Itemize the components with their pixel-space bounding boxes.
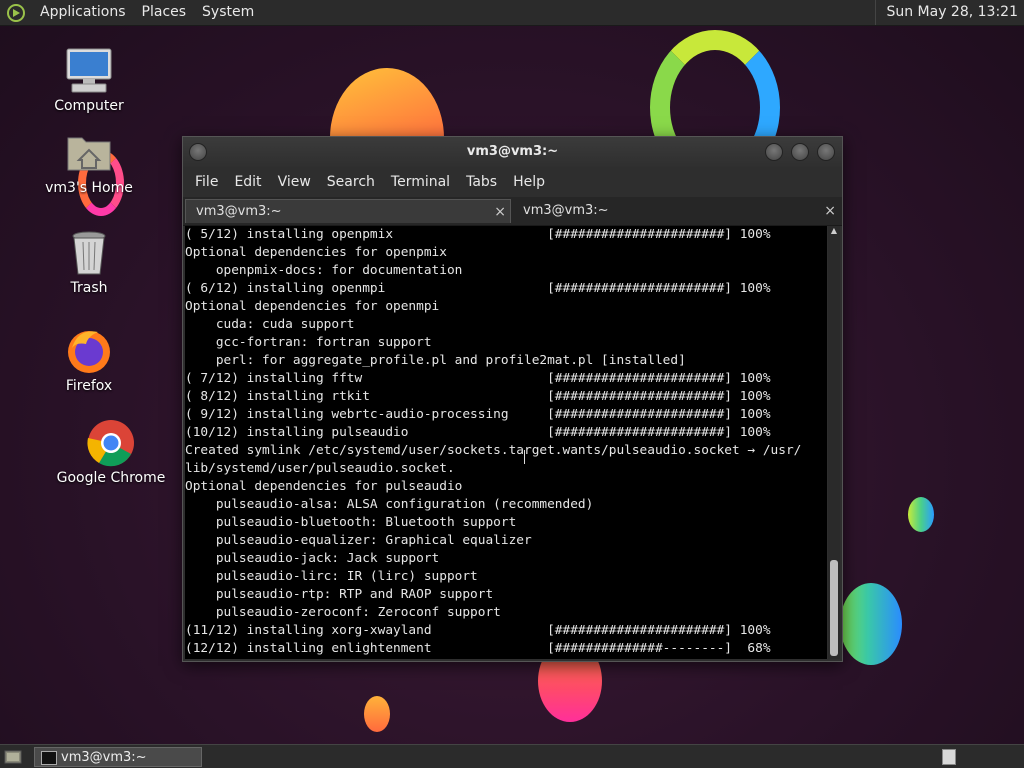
terminal-line: (11/12) installing xorg-xwayland [######…	[185, 623, 771, 638]
terminal-line: ( 6/12) installing openmpi [############…	[185, 281, 771, 296]
terminal-line: pulseaudio-zeroconf: Zeroconf support	[185, 605, 501, 620]
text-cursor	[524, 450, 525, 464]
terminal-window[interactable]: vm3@vm3:~ File Edit View Search Terminal…	[182, 136, 843, 662]
close-button[interactable]	[817, 143, 835, 161]
tab-2[interactable]: vm3@vm3:~ ×	[513, 199, 840, 223]
terminal-line: Optional dependencies for pulseaudio	[185, 479, 463, 494]
terminal-line: pulseaudio-bluetooth: Bluetooth support	[185, 515, 517, 530]
trash-icon	[64, 228, 114, 278]
firefox-icon	[64, 326, 114, 376]
terminal-line: lib/systemd/user/pulseaudio.socket.	[185, 461, 455, 476]
terminal-line: pulseaudio-rtp: RTP and RAOP support	[185, 587, 494, 602]
menu-file[interactable]: File	[187, 174, 226, 190]
desktop-icon-trash[interactable]: Trash	[34, 228, 144, 296]
menu-terminal[interactable]: Terminal	[383, 174, 458, 190]
scrollbar-thumb[interactable]	[830, 560, 838, 656]
top-panel: Applications Places System Sun May 28, 1…	[0, 0, 1024, 26]
menu-view[interactable]: View	[270, 174, 319, 190]
tab-close-icon[interactable]: ×	[824, 199, 836, 223]
terminal-line: pulseaudio-equalizer: Graphical equalize…	[185, 533, 532, 548]
terminal-icon	[41, 751, 57, 765]
menu-places[interactable]: Places	[134, 0, 195, 25]
home-folder-icon	[64, 128, 114, 178]
terminal-line: Optional dependencies for openmpi	[185, 299, 440, 314]
terminal-line: (12/12) installing enlightenment [######…	[185, 641, 771, 656]
wallpaper-shape	[364, 696, 390, 732]
terminal-line: ( 5/12) installing openpmix [###########…	[185, 227, 771, 242]
desktop-icon-label: Computer	[54, 98, 124, 114]
desktop-icon-chrome[interactable]: Google Chrome	[56, 418, 166, 486]
scroll-up-arrow-icon[interactable]: ▲	[829, 226, 839, 236]
minimize-button[interactable]	[765, 143, 783, 161]
terminal-line: Optional dependencies for openpmix	[185, 245, 447, 260]
terminal-line: cuda: cuda support	[185, 317, 355, 332]
tab-1[interactable]: vm3@vm3:~ ×	[185, 199, 511, 223]
computer-icon	[64, 46, 114, 96]
terminal-line: pulseaudio-alsa: ALSA configuration (rec…	[185, 497, 594, 512]
menu-edit[interactable]: Edit	[226, 174, 269, 190]
desktop-icon-firefox[interactable]: Firefox	[34, 326, 144, 394]
terminal-line: openpmix-docs: for documentation	[185, 263, 463, 278]
bottom-panel: vm3@vm3:~	[0, 744, 1024, 768]
window-menu-button[interactable]	[189, 143, 207, 161]
desktop-icon-computer[interactable]: Computer	[34, 46, 144, 114]
terminal-scrollbar[interactable]: ▲	[828, 226, 840, 659]
maximize-button[interactable]	[791, 143, 809, 161]
terminal-line: ( 7/12) installing fftw [###############…	[185, 371, 771, 386]
terminal-tabbar: vm3@vm3:~ × vm3@vm3:~ ×	[183, 197, 842, 226]
menu-tabs[interactable]: Tabs	[458, 174, 505, 190]
chrome-icon	[86, 418, 136, 468]
clock[interactable]: Sun May 28, 13:21	[875, 0, 1018, 25]
desktop-icon-label: Firefox	[65, 378, 113, 394]
distro-logo-icon[interactable]	[6, 3, 26, 22]
desktop-icon-label: Trash	[70, 280, 108, 296]
terminal-line: pulseaudio-lirc: IR (lirc) support	[185, 569, 478, 584]
taskbar-window-label: vm3@vm3:~	[61, 750, 147, 765]
terminal-line: ( 9/12) installing webrtc-audio-processi…	[185, 407, 771, 422]
menu-help[interactable]: Help	[505, 174, 553, 190]
wallpaper-shape	[908, 497, 934, 532]
workspace-switcher[interactable]	[942, 749, 956, 765]
desktop-icon-label: vm3's Home	[45, 180, 133, 196]
terminal-line: pulseaudio-jack: Jack support	[185, 551, 440, 566]
terminal-line: gcc-fortran: fortran support	[185, 335, 432, 350]
tab-label: vm3@vm3:~	[523, 203, 609, 218]
desktop-icon-label: Google Chrome	[56, 470, 166, 486]
tab-close-icon[interactable]: ×	[494, 200, 506, 224]
tab-label: vm3@vm3:~	[196, 204, 282, 219]
menu-system[interactable]: System	[194, 0, 262, 25]
window-title: vm3@vm3:~	[466, 144, 559, 159]
terminal-output[interactable]: ( 5/12) installing openpmix [###########…	[185, 226, 827, 659]
terminal-line: ( 8/12) installing rtkit [##############…	[185, 389, 771, 404]
menu-search[interactable]: Search	[319, 174, 383, 190]
terminal-menubar: File Edit View Search Terminal Tabs Help	[183, 167, 842, 197]
show-desktop-icon[interactable]	[4, 748, 22, 766]
terminal-line: Created symlink /etc/systemd/user/socket…	[185, 443, 802, 458]
menu-applications[interactable]: Applications	[32, 0, 134, 25]
terminal-line: (10/12) installing pulseaudio [#########…	[185, 425, 771, 440]
desktop-icon-home[interactable]: vm3's Home	[34, 128, 144, 196]
wallpaper-shape	[840, 583, 902, 665]
terminal-line: perl: for aggregate_profile.pl and profi…	[185, 353, 686, 368]
window-titlebar[interactable]: vm3@vm3:~	[183, 137, 842, 167]
taskbar-window-button[interactable]: vm3@vm3:~	[34, 747, 202, 767]
